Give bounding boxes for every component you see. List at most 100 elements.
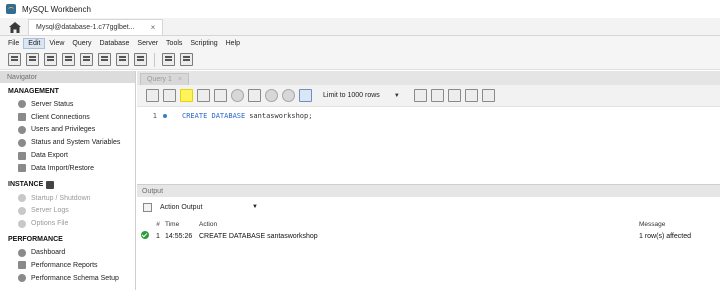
toggle-error-continue-icon[interactable] <box>248 89 261 102</box>
connection-tab-bar: Mysql@database-1.c77gglbet... × <box>0 18 720 36</box>
commit-icon[interactable] <box>265 89 278 102</box>
server-status-icon <box>18 100 26 109</box>
home-icon <box>9 21 21 33</box>
beautify-icon[interactable] <box>430 89 444 102</box>
limit-rows-select[interactable]: Limit to 1000 rows ▼ <box>319 89 404 102</box>
output-header: Output <box>137 185 720 197</box>
output-panel: Output Action Output ▼ # Time Action Mes… <box>137 184 720 290</box>
nav-item-data-export[interactable]: Data Export <box>8 149 135 162</box>
output-type-select[interactable]: Action Output ▼ <box>156 201 262 214</box>
close-query-tab-icon[interactable]: × <box>178 76 182 83</box>
find-icon[interactable] <box>447 89 461 102</box>
close-connection-tab-icon[interactable]: × <box>151 23 156 32</box>
code-line[interactable]: 1 CREATE DATABASE santasworkshop; <box>137 110 720 122</box>
nav-item-dashboard[interactable]: Dashboard <box>8 246 135 259</box>
menu-help[interactable]: Help <box>222 39 244 48</box>
menu-query[interactable]: Query <box>68 39 95 48</box>
save-script-icon[interactable] <box>163 89 176 102</box>
create-table-icon[interactable] <box>80 53 93 66</box>
data-import-icon <box>18 164 26 173</box>
status-variables-icon <box>18 138 26 147</box>
add-snippet-star-icon[interactable] <box>413 89 427 102</box>
sql-keywords: CREATE DATABASE <box>182 112 246 120</box>
statement-marker-icon <box>163 114 167 118</box>
query-tab-label: Query 1 <box>147 76 172 83</box>
stop-query-icon[interactable] <box>231 89 244 102</box>
row-message: 1 row(s) affected <box>639 232 692 240</box>
management-section-title: MANAGEMENT <box>8 88 59 95</box>
nav-item-startup-shutdown[interactable]: Startup / Shutdown <box>8 192 135 205</box>
nav-item-performance-schema-setup[interactable]: Performance Schema Setup <box>8 272 135 285</box>
home-button[interactable] <box>6 19 24 35</box>
menu-database[interactable]: Database <box>95 39 133 48</box>
auto-commit-toggle-icon[interactable] <box>299 89 312 102</box>
menu-view[interactable]: View <box>45 39 68 48</box>
execute-lightning-icon[interactable] <box>180 89 193 102</box>
table-header-row: # Time Action Message <box>137 219 720 229</box>
navigator-header: Navigator <box>0 71 135 83</box>
row-time: 14:55:26 <box>165 232 193 240</box>
data-export-icon <box>18 151 26 160</box>
nav-item-client-connections[interactable]: Client Connections <box>8 111 135 124</box>
action-output-table: # Time Action Message 1 14:55:26 CREATE … <box>137 219 720 243</box>
nav-item-server-logs[interactable]: Server Logs <box>8 205 135 218</box>
create-function-icon[interactable] <box>134 53 147 66</box>
nav-item-status-and-system-variables[interactable]: Status and System Variables <box>8 136 135 149</box>
menu-scripting[interactable]: Scripting <box>186 39 221 48</box>
column-header-message: Message <box>639 220 666 228</box>
menu-file[interactable]: File <box>4 39 23 48</box>
menu-server[interactable]: Server <box>133 39 162 48</box>
dashboard-icon <box>18 248 26 257</box>
tab-query-1[interactable]: Query 1 × <box>140 73 189 85</box>
inspector-icon[interactable] <box>44 53 57 66</box>
startup-shutdown-icon <box>18 194 26 203</box>
sql-editor-toolbar: Limit to 1000 rows ▼ <box>137 85 720 107</box>
new-sql-tab-icon[interactable] <box>8 53 21 66</box>
chevron-down-icon: ▼ <box>393 92 400 99</box>
nav-item-users-and-privileges[interactable]: Users and Privileges <box>8 124 135 137</box>
nav-item-options-file[interactable]: Options File <box>8 217 135 230</box>
menu-tools[interactable]: Tools <box>162 39 186 48</box>
table-row[interactable]: 1 14:55:26 CREATE DATABASE santasworksho… <box>137 229 720 243</box>
create-procedure-icon[interactable] <box>116 53 129 66</box>
window-title: MySQL Workbench <box>22 4 91 14</box>
row-action: CREATE DATABASE santasworkshop <box>199 232 318 240</box>
options-file-icon <box>18 219 26 228</box>
create-view-icon[interactable] <box>98 53 111 66</box>
menu-edit[interactable]: Edit <box>23 37 46 49</box>
create-schema-icon[interactable] <box>62 53 75 66</box>
main-toolbar <box>0 50 720 70</box>
open-sql-script-icon[interactable] <box>26 53 39 66</box>
connection-tab[interactable]: Mysql@database-1.c77gglbet... × <box>28 19 164 35</box>
performance-section-title: PERFORMANCE <box>8 236 63 244</box>
rollback-icon[interactable] <box>282 89 295 102</box>
instance-section-title: INSTANCE <box>8 180 135 189</box>
output-copy-icon[interactable] <box>143 202 152 212</box>
success-check-icon <box>141 231 149 239</box>
row-number: 1 <box>156 232 160 240</box>
connection-tab-label: Mysql@database-1.c77gglbet... <box>36 24 135 31</box>
explain-magnifier-icon[interactable] <box>214 89 227 102</box>
column-header-time: Time <box>165 220 180 228</box>
query-tab-bar: Query 1 × <box>137 71 720 85</box>
invisible-chars-icon[interactable] <box>464 89 478 102</box>
execute-current-statement-icon[interactable] <box>197 89 210 102</box>
users-icon <box>18 125 26 134</box>
performance-schema-icon <box>18 274 26 283</box>
performance-reports-icon <box>18 261 26 270</box>
menu-bar: File Edit View Query Database Server Too… <box>0 36 720 50</box>
search-table-data-icon[interactable] <box>162 53 175 66</box>
nav-item-performance-reports[interactable]: Performance Reports <box>8 259 135 272</box>
wrap-lines-icon[interactable] <box>481 89 495 102</box>
nav-item-data-import-restore[interactable]: Data Import/Restore <box>8 162 135 175</box>
client-connections-icon <box>18 113 26 122</box>
open-file-icon[interactable] <box>146 89 159 102</box>
sql-identifier: santasworkshop; <box>249 112 313 120</box>
chevron-down-icon: ▼ <box>252 204 258 210</box>
reconnect-icon[interactable] <box>180 53 193 66</box>
nav-item-server-status[interactable]: Server Status <box>8 98 135 111</box>
navigator-panel: Navigator MANAGEMENT Server Status Clien… <box>0 71 136 290</box>
sql-editor-panel: Query 1 × Limit to 1000 rows ▼ 1 CREATE … <box>137 71 720 184</box>
server-logs-icon <box>18 206 26 215</box>
line-number: 1 <box>152 112 157 120</box>
